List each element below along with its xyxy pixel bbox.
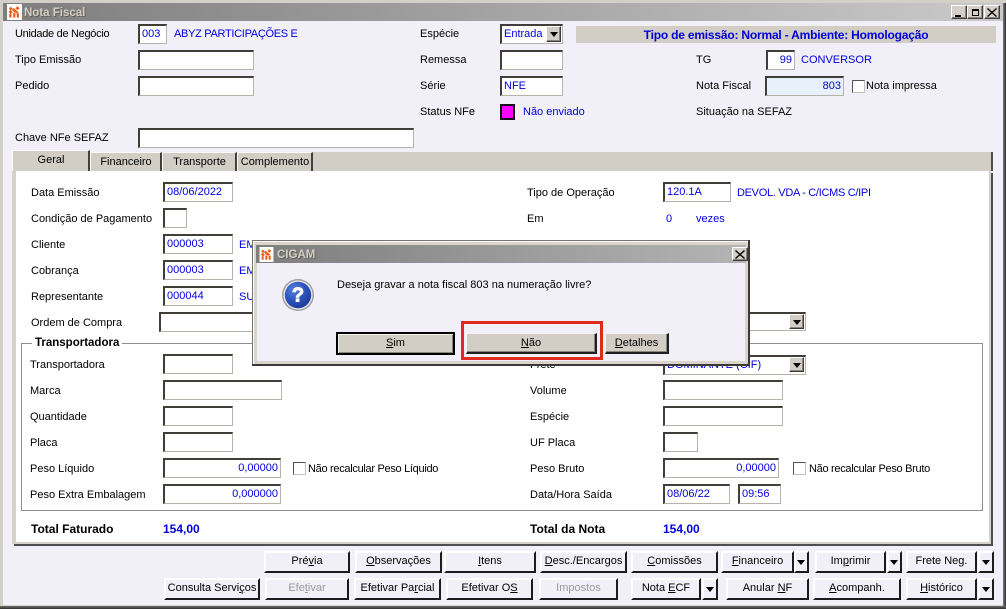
svg-text:?: ? <box>292 285 304 307</box>
